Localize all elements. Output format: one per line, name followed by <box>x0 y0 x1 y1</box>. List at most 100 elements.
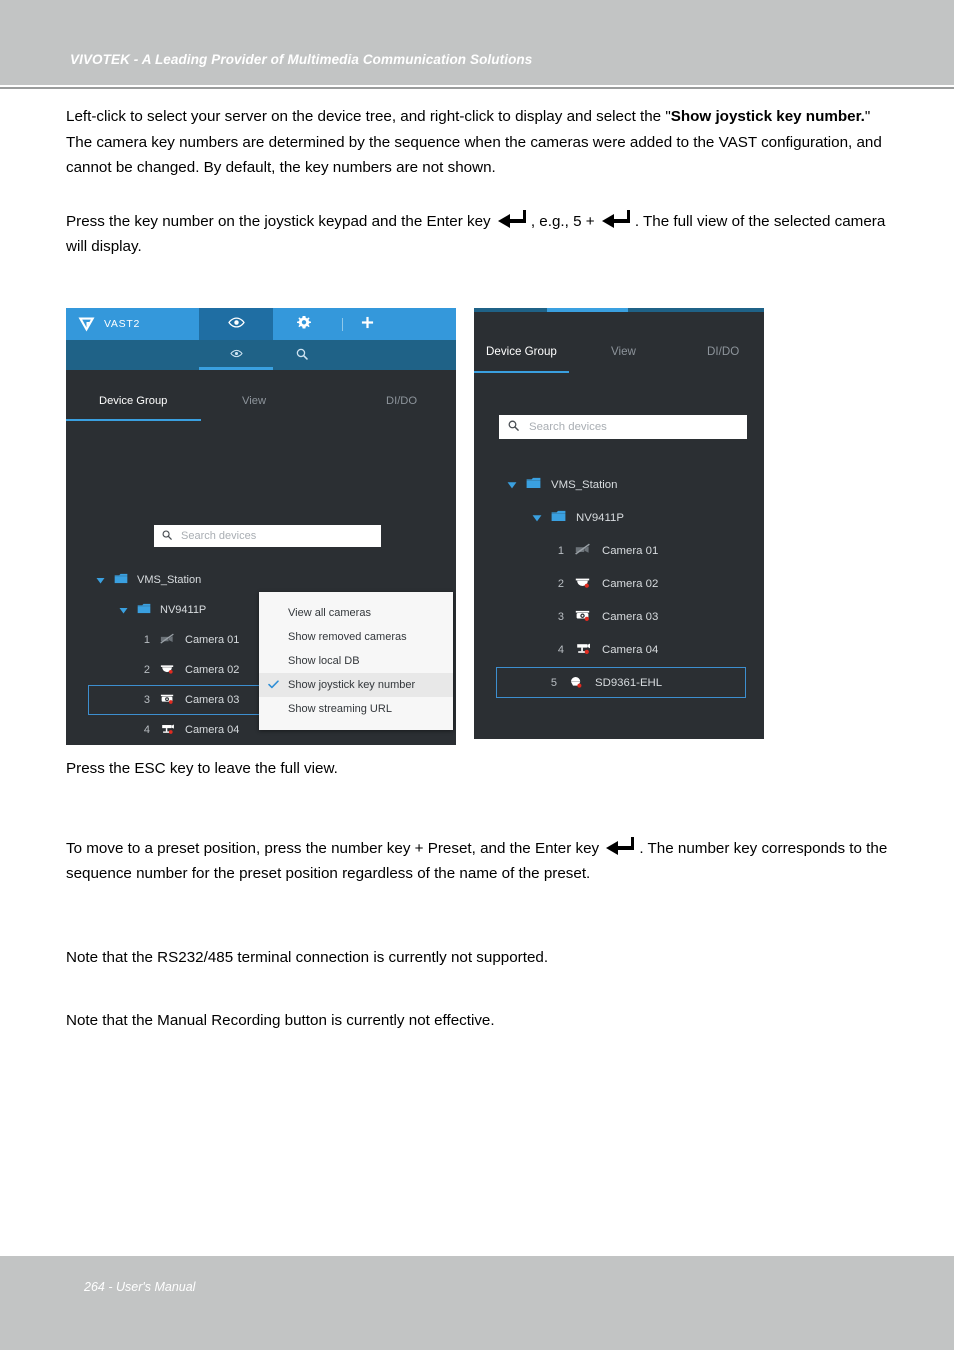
tree-label: VMS_Station <box>137 574 202 586</box>
enter-key-icon-3 <box>604 836 638 857</box>
tree-label: Camera 04 <box>602 644 658 656</box>
page-header-title: VIVOTEK - A Leading Provider of Multimed… <box>70 52 533 67</box>
app-sub-toolbar <box>66 340 456 370</box>
panel-tabs: Device Group View DI/DO <box>66 395 456 425</box>
tree-row-vms-station[interactable]: VMS_Station <box>474 468 764 501</box>
tree-row-sd9361-ehl[interactable]: 5 SD9361-EHL <box>474 666 764 699</box>
context-menu-item-show-streaming-url[interactable]: Show streaming URL <box>259 697 453 721</box>
tree-label: Camera 01 <box>185 634 240 646</box>
joystick-key-number: 1 <box>557 544 564 557</box>
page-content: Left-click to select your server on the … <box>66 104 894 260</box>
folder-icon <box>137 603 151 617</box>
paragraph-1: Left-click to select your server on the … <box>66 104 894 181</box>
topbar-tab-live-view[interactable] <box>199 308 273 340</box>
chevron-down-icon[interactable] <box>96 576 105 585</box>
tab-di-do[interactable]: DI/DO <box>386 395 417 407</box>
page-header-band <box>0 0 954 85</box>
tree-row-nv9411p[interactable]: NV9411P <box>474 501 764 534</box>
folder-icon <box>114 573 128 587</box>
context-menu-item-view-all-cameras[interactable]: View all cameras <box>259 601 453 625</box>
joystick-key-number: 2 <box>143 664 150 676</box>
tab-di-do[interactable]: DI/DO <box>707 345 739 358</box>
topbar-tab-add[interactable] <box>352 308 382 340</box>
tree-label: VMS_Station <box>551 478 618 491</box>
tree-row-camera-04[interactable]: 4 Camera 04 <box>474 633 764 666</box>
app-brand-label: VAST2 <box>104 318 140 330</box>
context-menu-item-show-local-db[interactable]: Show local DB <box>259 649 453 673</box>
tree-row-vms-station[interactable]: VMS_Station <box>66 565 456 595</box>
paragraph-5: Note that the RS232/485 terminal connect… <box>66 948 549 966</box>
checkmark-icon <box>268 679 288 691</box>
tree-label: Camera 01 <box>602 544 659 557</box>
plus-icon <box>361 316 374 332</box>
camera-fisheye-icon <box>575 609 591 624</box>
panel-tabs: Device Group View DI/DO <box>474 345 764 375</box>
selection-highlight <box>496 667 746 698</box>
tab-view[interactable]: View <box>611 345 636 358</box>
camera-dome-icon <box>160 663 175 677</box>
paragraph-4: To move to a preset position, press the … <box>66 836 894 887</box>
tree-label: Camera 02 <box>602 577 659 590</box>
paragraph-1-part-a: Left-click to select your server on the … <box>66 108 671 125</box>
folder-icon <box>526 477 541 492</box>
joystick-key-number: 2 <box>557 577 564 590</box>
device-tree: VMS_Station NV9411P 1 Camera 01 2 Camera… <box>474 468 764 699</box>
page-content-lower: Press the ESC key to leave the full view… <box>66 756 894 1034</box>
eye-icon <box>227 317 245 331</box>
camera-bullet-icon <box>575 642 591 657</box>
tab-active-underline <box>66 419 201 421</box>
vast2-screenshot-left: VAST2 Device Group View DI/DO Search dev… <box>66 308 456 745</box>
app-top-toolbar: VAST2 <box>66 308 456 340</box>
camera-disabled-icon <box>575 543 591 558</box>
page-footer-text: 264 - User's Manual <box>84 1280 196 1294</box>
context-menu-label: Show local DB <box>288 655 360 667</box>
tree-label: NV9411P <box>160 604 207 616</box>
app-brand: VAST2 <box>78 308 140 340</box>
search-placeholder: Search devices <box>529 421 607 433</box>
folder-icon <box>551 510 566 525</box>
joystick-key-number: 1 <box>143 634 150 646</box>
paragraph-4-part-a: To move to a preset position, press the … <box>66 839 604 857</box>
page-footer-band <box>0 1256 954 1350</box>
tree-row-camera-02[interactable]: 2 Camera 02 <box>474 567 764 600</box>
tree-row-camera-03[interactable]: 3 Camera 03 <box>474 600 764 633</box>
enter-key-icon-2 <box>600 209 634 230</box>
context-menu-label: Show streaming URL <box>288 703 392 715</box>
tree-label: Camera 04 <box>185 724 240 736</box>
tab-device-group[interactable]: Device Group <box>486 345 557 358</box>
context-menu-label: Show removed cameras <box>288 631 407 643</box>
tab-active-underline <box>474 371 569 373</box>
camera-dome-icon <box>575 576 591 591</box>
figure-screenshots: VAST2 Device Group View DI/DO Search dev… <box>0 308 954 745</box>
paragraph-2-part-b: , e.g., 5 + <box>530 212 599 230</box>
tree-label: Camera 03 <box>602 610 659 623</box>
subbar-tab-live-view[interactable] <box>199 340 273 370</box>
context-menu-item-show-joystick-key-number[interactable]: Show joystick key number <box>259 673 453 697</box>
search-devices-input[interactable]: Search devices <box>154 525 381 547</box>
context-menu[interactable]: View all cameras Show removed cameras Sh… <box>259 592 453 730</box>
joystick-key-number: 3 <box>557 610 564 623</box>
subbar-tab-search[interactable] <box>278 340 326 370</box>
header-rule-grey <box>0 87 954 89</box>
camera-disabled-icon <box>160 633 175 647</box>
panel-top-strip-active <box>547 308 628 312</box>
search-icon <box>296 348 308 363</box>
context-menu-label: View all cameras <box>288 607 371 619</box>
topbar-tab-settings[interactable] <box>281 308 327 340</box>
tree-label: NV9411P <box>576 511 624 524</box>
vivotek-logo-icon <box>78 317 95 332</box>
gear-icon <box>297 315 311 333</box>
tab-device-group[interactable]: Device Group <box>99 395 167 407</box>
chevron-down-icon[interactable] <box>119 606 128 615</box>
paragraph-6: Note that the Manual Recording button is… <box>66 1012 495 1030</box>
search-devices-input[interactable]: Search devices <box>499 415 747 439</box>
tab-view[interactable]: View <box>242 395 266 407</box>
chevron-down-icon[interactable] <box>507 480 517 489</box>
tree-row-camera-01[interactable]: 1 Camera 01 <box>474 534 764 567</box>
camera-bullet-icon <box>160 723 175 737</box>
chevron-down-icon[interactable] <box>532 513 542 522</box>
paragraph-1-bold: Show joystick key number. <box>670 108 865 125</box>
context-menu-item-show-removed-cameras[interactable]: Show removed cameras <box>259 625 453 649</box>
search-placeholder: Search devices <box>181 530 257 542</box>
device-panel-body: Device Group View DI/DO Search devices V… <box>66 370 456 745</box>
